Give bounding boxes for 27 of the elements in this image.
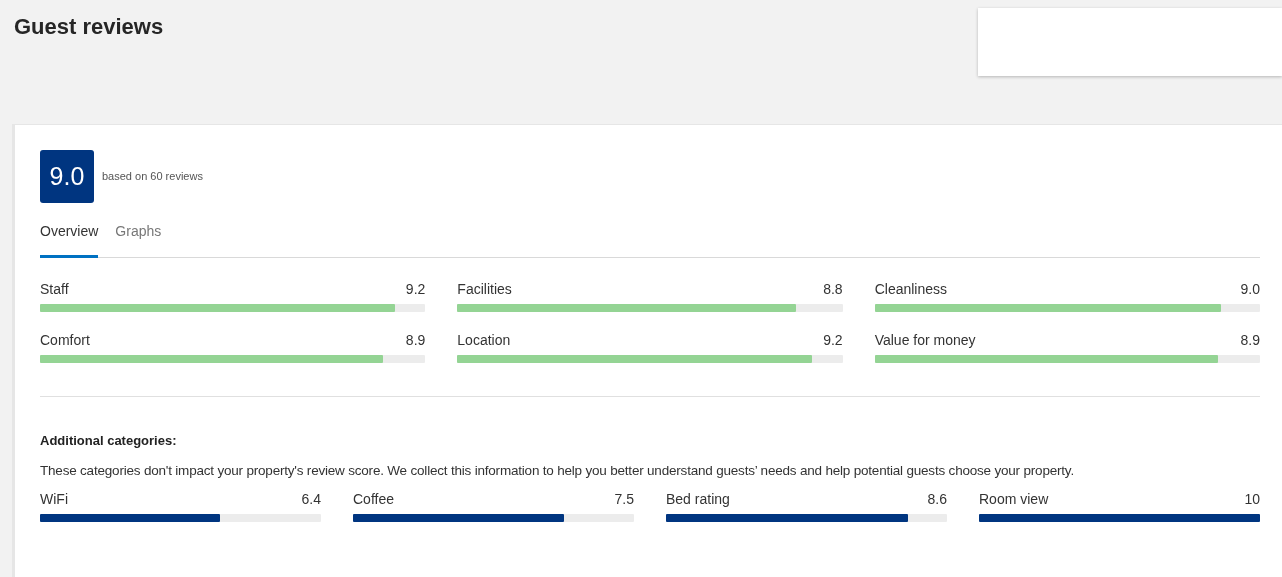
category-score: 9.0 — [1240, 280, 1260, 299]
category-name: Location — [457, 331, 511, 350]
section-heading: Additional categories: — [40, 432, 178, 450]
category-score: 6.4 — [301, 489, 321, 509]
category-score: 8.8 — [823, 280, 843, 299]
category-score: 9.2 — [405, 280, 426, 299]
tab[interactable]: Overview — [40, 221, 99, 258]
category-name: Value for money — [874, 331, 976, 350]
review-count: based on 60 reviews — [102, 169, 203, 185]
category-name: Room view — [979, 489, 1049, 509]
category-score: 10 — [1244, 489, 1260, 509]
tab[interactable]: Graphs — [115, 221, 162, 258]
category-score: 7.5 — [614, 489, 634, 509]
section-description: These categories don't impact your property's review score. We collect this information to help you better understand guests’ needs and help potential guests choose your property. — [40, 461, 1075, 480]
category-name: WiFi — [40, 489, 68, 509]
category-score: 9.2 — [823, 331, 843, 350]
page-title: Guest reviews — [14, 13, 164, 41]
category-name: Bed rating — [666, 489, 730, 509]
category-score: 8.9 — [405, 331, 426, 350]
category-score: 8.6 — [927, 489, 947, 509]
category-name: Facilities — [457, 280, 512, 299]
category-name: Coffee — [353, 489, 394, 509]
category-score: 8.9 — [1240, 331, 1260, 350]
category-name: Comfort — [40, 331, 90, 350]
category-name: Staff — [40, 280, 69, 299]
category-name: Cleanliness — [874, 280, 948, 299]
score-badge: 9.0 — [40, 150, 94, 203]
